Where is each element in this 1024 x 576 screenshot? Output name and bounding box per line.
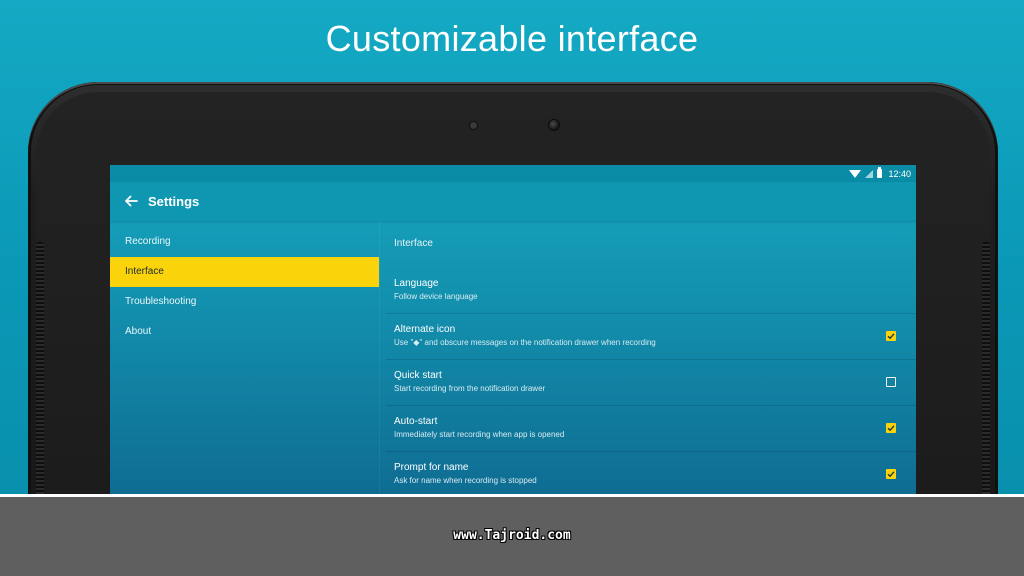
pref-title: Language: [394, 278, 439, 289]
pref-title: Quick start: [394, 370, 442, 381]
signal-icon: [865, 169, 874, 178]
promo-title: Customizable interface: [325, 18, 699, 59]
pref-summary: Immediately start recording when app is …: [394, 430, 565, 439]
status-icons: 12:40: [849, 167, 911, 180]
front-camera: [549, 120, 559, 130]
pref-title: Prompt for name: [394, 462, 469, 473]
pref-summary: Follow device language: [394, 292, 478, 301]
pref-quick-start[interactable]: Quick start Start recording from the not…: [380, 359, 916, 405]
footer-bar: www.Tajroid.com: [0, 497, 1024, 576]
pref-title: Auto-start: [394, 416, 438, 427]
settings-content: Interface Language Follow device languag…: [380, 221, 916, 496]
nav-item-about[interactable]: About: [110, 317, 379, 347]
auto-start-checkbox[interactable]: [886, 423, 896, 433]
nav-item-interface[interactable]: Interface: [110, 257, 379, 287]
prompt-for-name-checkbox[interactable]: [886, 469, 896, 479]
divider: [386, 405, 916, 406]
status-time: 12:40: [888, 168, 911, 179]
nav-item-recording[interactable]: Recording: [110, 227, 379, 257]
pref-auto-start[interactable]: Auto-start Immediately start recording w…: [380, 405, 916, 451]
back-arrow-icon[interactable]: [122, 192, 140, 210]
pref-summary: Start recording from the notification dr…: [394, 384, 546, 393]
toolbar-title: Settings: [148, 194, 200, 209]
pref-summary: Use "◆" and obscure messages on the noti…: [394, 338, 656, 347]
divider: [386, 359, 916, 360]
alternate-icon-checkbox[interactable]: [886, 331, 896, 341]
divider: [386, 451, 916, 452]
battery-icon: [877, 167, 883, 178]
pref-prompt-for-name[interactable]: Prompt for name Ask for name when record…: [380, 451, 916, 496]
pref-alternate-icon[interactable]: Alternate icon Use "◆" and obscure messa…: [380, 313, 916, 359]
nav-item-troubleshooting[interactable]: Troubleshooting: [110, 287, 379, 317]
pref-title: Alternate icon: [394, 324, 456, 335]
quick-start-checkbox[interactable]: [886, 377, 896, 387]
section-header: Interface: [394, 238, 433, 249]
divider: [386, 313, 916, 314]
watermark-text: www.Tajroid.com: [453, 528, 571, 543]
wifi-icon: [849, 169, 862, 178]
sensor-dot: [470, 122, 477, 129]
status-bar: 12:40: [110, 165, 916, 182]
app-toolbar: Settings: [110, 182, 916, 221]
pref-language[interactable]: Language Follow device language: [380, 267, 916, 313]
pref-summary: Ask for name when recording is stopped: [394, 476, 537, 485]
settings-nav: Recording Interface Troubleshooting Abou…: [110, 221, 379, 496]
promo-banner: Customizable interface 12:40 Settings Re…: [0, 0, 1024, 572]
device-screen: 12:40 Settings Recording Interface Troub…: [110, 165, 916, 496]
